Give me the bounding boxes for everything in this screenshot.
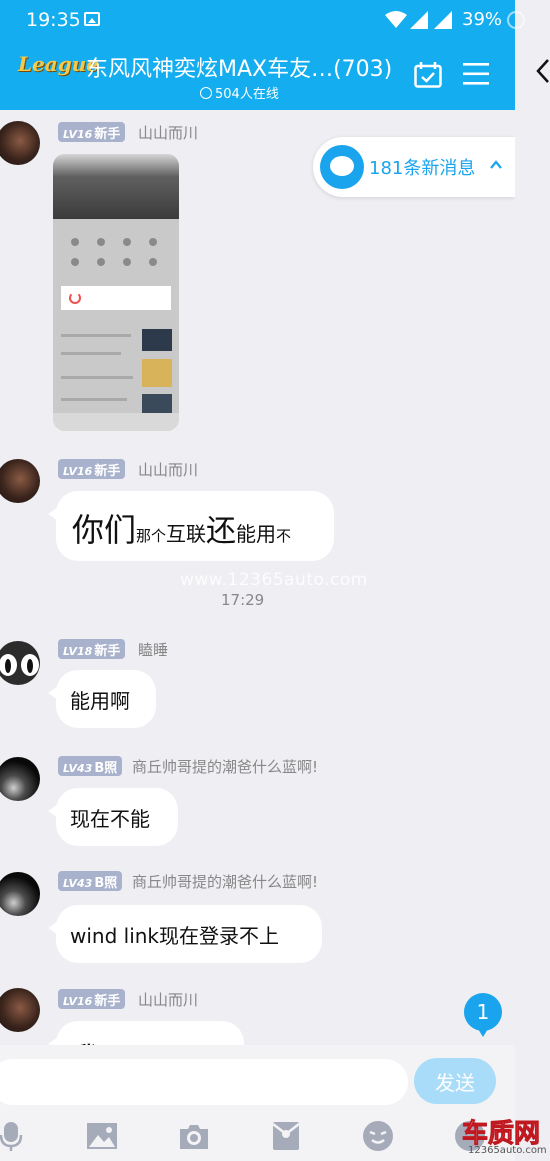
new-messages-label: 181条新消息 [369,158,476,179]
level-text: LV43 [63,762,93,775]
message-bubble[interactable]: 你们那个互联还能用不 [48,491,334,561]
level-badge: LV18 新手 [58,639,126,659]
sender-name[interactable]: 山山而川 [138,459,198,480]
message-bubble[interactable]: wind link现在登录不上 [48,905,322,963]
screenshot-thumb [142,329,172,351]
battery-percent: 39% [462,9,503,30]
unread-count: 1 [477,1000,490,1024]
send-button[interactable]: 发送 [414,1058,496,1104]
level-text: LV43 [63,877,93,890]
level-text: LV16 [63,995,93,1008]
screenshot-thumb [142,359,172,387]
site-logo-sub: 12365auto.com [468,1145,547,1156]
online-text: 504人在线 [215,87,279,102]
screenshot-banner [53,154,179,219]
status-time: 19:35 [26,9,81,31]
avatar[interactable] [0,121,40,165]
level-badge: LV16 新手 [58,122,126,142]
message-bubble[interactable]: 现在不能 [48,788,178,846]
input-toolbar [0,1115,515,1161]
spinner-icon [69,292,81,304]
avatar[interactable] [0,757,40,801]
signal-icon [410,11,428,29]
level-badge: LV43 B照 [58,756,123,776]
sender-name[interactable]: 商丘帅哥提的潮爸什么蓝啊! [132,756,318,777]
gallery-notification-icon [84,12,100,26]
timestamp: 17:29 [221,591,265,609]
signal-icon-2 [434,11,452,29]
image-icon[interactable] [86,1120,118,1152]
online-count: 504人在线 [200,83,279,102]
wifi-icon [385,11,407,28]
message-list[interactable]: LV16 新手 山山而川 181条新消息 LV16 新手 山山而川 你们那个互联… [0,110,515,1045]
level-text: LV18 [63,645,93,658]
unread-count-badge[interactable]: 1 [464,993,502,1037]
red-packet-icon[interactable] [270,1120,302,1152]
message-text: 现在不能 [70,807,150,831]
rank-text: B照 [94,876,118,891]
message-text: 互联 [166,522,207,546]
side-margin [515,110,550,1161]
sender-name[interactable]: 山山而川 [138,989,198,1010]
chat-header: 19:35 39% League 东风风神奕炫MAX车友…(703) 504人在… [0,0,525,110]
message-bubble[interactable]: 我 不 [48,1021,244,1045]
sender-name[interactable]: 商丘帅哥提的潮爸什么蓝啊! [132,871,318,892]
input-bar: 发送 [0,1045,515,1115]
level-text: LV16 [63,128,93,141]
rank-text: 新手 [94,644,121,659]
screenshot-icon-grid [65,234,165,274]
message-text: wind link现在登录不上 [70,924,280,948]
level-text: LV16 [63,465,93,478]
calendar-check-icon[interactable] [414,62,442,88]
cat-face-icon [0,654,39,676]
image-message[interactable] [53,154,179,431]
chevron-left-icon[interactable] [536,58,550,84]
message-text: 那个 [136,527,167,545]
new-messages-button[interactable]: 181条新消息 [313,137,515,197]
rank-text: 新手 [94,994,121,1009]
status-bar: 19:35 39% [0,0,525,40]
avatar[interactable] [0,872,40,916]
message-text: 能用 [236,522,277,546]
avatar[interactable] [0,459,40,503]
screenshot-tabbar [53,413,179,431]
message-bubble[interactable]: 能用啊 [48,670,156,728]
level-badge: LV16 新手 [58,459,126,479]
avatar[interactable] [0,988,40,1032]
menu-icon[interactable] [463,62,489,86]
sender-name[interactable]: 瞌睡 [138,639,168,660]
rank-text: 新手 [94,127,121,142]
level-badge: LV16 新手 [58,989,126,1009]
microphone-icon[interactable] [0,1120,28,1152]
avatar[interactable] [0,641,40,685]
message-text: 还 [206,514,237,549]
group-title[interactable]: 东风风神奕炫MAX车友…(703) [86,51,392,83]
chevron-up-icon [490,160,502,169]
watermark: www.12365auto.com [180,570,368,590]
message-input[interactable] [0,1059,408,1105]
sender-name[interactable]: 山山而川 [138,122,198,143]
online-icon [200,86,212,99]
rank-text: B照 [94,761,118,776]
message-text: 不 [276,527,292,545]
camera-icon[interactable] [178,1120,210,1152]
battery-icon [507,11,525,29]
level-badge: LV43 B照 [58,871,123,891]
message-text: 你们 [72,511,137,549]
emoji-icon[interactable] [362,1120,394,1152]
message-text: 能用啊 [70,689,130,713]
rank-text: 新手 [94,464,121,479]
chat-bubble-icon [320,145,364,189]
